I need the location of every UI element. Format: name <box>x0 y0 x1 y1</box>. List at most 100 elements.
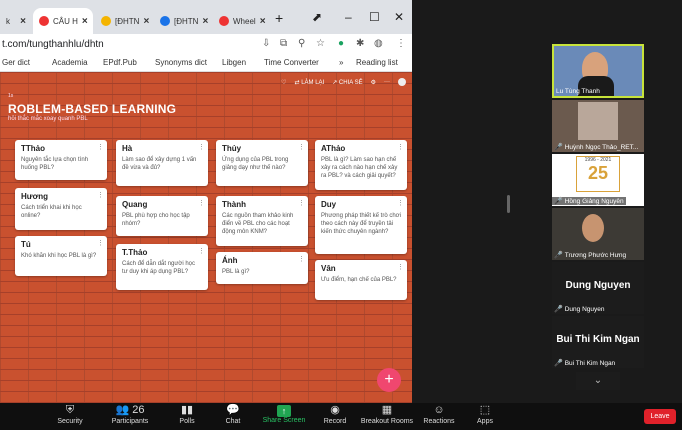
card-menu-icon[interactable]: ⋮ <box>97 143 104 151</box>
card-author: Vân <box>321 264 336 273</box>
video-tile[interactable]: 1996 - 2021 25 🎤 Hồng Giảng Nguyên <box>552 154 644 206</box>
bookmark[interactable]: Libgen <box>222 58 246 67</box>
bookmark[interactable]: Academia <box>52 58 88 67</box>
reactions-icon: ☺ <box>433 404 445 416</box>
browser-tab[interactable]: [ĐHTN × <box>95 8 153 34</box>
post-card[interactable]: ⋮ Thủy Ứng dụng của PBL trong giảng dạy nh… <box>216 140 308 186</box>
menu-icon[interactable]: ⋮ <box>396 38 406 49</box>
bookmark[interactable]: Time Converter <box>264 58 319 67</box>
mic-muted-icon: 🎤 <box>554 144 563 151</box>
video-tile[interactable]: 🎤 Trương Phước Hưng <box>552 208 644 260</box>
more-icon[interactable]: ··· <box>384 79 390 85</box>
card-menu-icon[interactable]: ⋮ <box>397 263 404 271</box>
record-button[interactable]: ◉ Record <box>320 403 350 430</box>
install-icon[interactable]: ⇩ <box>262 38 270 49</box>
leave-button[interactable]: Leave <box>644 409 676 424</box>
card-menu-icon[interactable]: ⋮ <box>97 239 104 247</box>
polls-button[interactable]: ▮▮ Polls <box>172 403 202 430</box>
close-icon[interactable]: × <box>260 16 266 27</box>
card-menu-icon[interactable]: ⋮ <box>198 247 205 255</box>
star-icon[interactable]: ☆ <box>316 38 325 49</box>
post-card[interactable]: ⋮ T.Thảo Cách để dẫn dắt người học tư duy … <box>116 244 208 290</box>
card-text: PBL là gì? Làm sao hạn chế xảy ra cách n… <box>321 157 398 179</box>
minimize-icon[interactable]: – <box>345 10 352 24</box>
browser-tab[interactable]: k × <box>0 8 32 34</box>
more-bookmarks[interactable]: » <box>339 58 343 67</box>
bookmark[interactable]: Synonyms dict <box>155 58 207 67</box>
share-button[interactable]: ↗ CHIA SẺ <box>332 79 362 86</box>
post-card[interactable]: ⋮ Ánh PBL là gì? <box>216 252 308 284</box>
video-tile[interactable]: 🎤 Huỳnh Ngọc Thảo_RET... <box>552 100 644 152</box>
remake-button[interactable]: ⇄ LÀM LẠI <box>295 79 325 86</box>
maximize-icon[interactable]: ☐ <box>369 10 380 24</box>
post-card[interactable]: ⋮ Tú Khó khăn khi học PBL là gì? <box>15 236 107 276</box>
post-card[interactable]: ⋮ Thành Các nguồn tham khảo kinh điển về P… <box>216 196 308 246</box>
card-menu-icon[interactable]: ⋮ <box>298 255 305 263</box>
card-author: Hà <box>122 144 133 153</box>
card-menu-icon[interactable]: ⋮ <box>97 191 104 199</box>
share-screen-button[interactable]: ↑ Share Screen <box>262 403 306 430</box>
video-tile[interactable]: Dung Nguyen 🎤 Dung Nguyen <box>552 262 644 314</box>
translate-icon[interactable]: ⧉ <box>280 38 287 49</box>
apps-icon: ⬚ <box>479 404 491 416</box>
post-card[interactable]: ⋮ AThảo PBL là gì? Làm sao hạn chế xảy ra … <box>315 140 407 190</box>
new-tab-button[interactable]: + <box>275 10 283 26</box>
security-button[interactable]: ⛨ Security <box>52 403 88 430</box>
chat-button[interactable]: 💬 Chat <box>218 403 248 430</box>
anniversary-logo: 1996 - 2021 25 <box>576 156 620 192</box>
bookmark[interactable]: EPdf.Pub <box>103 58 137 67</box>
close-icon[interactable]: × <box>82 16 88 27</box>
breakout-rooms-button[interactable]: ▦ Breakout Rooms <box>360 403 414 430</box>
address-bar[interactable]: t.com/tungthanhlu/dhtn ⇩ ⧉ ⚲ ☆ ● ✱ ◍ ⋮ <box>0 34 412 55</box>
profile-icon[interactable]: ◍ <box>374 38 383 49</box>
browser-tab[interactable]: [ĐHTN × <box>154 8 212 34</box>
card-menu-icon[interactable]: ⋮ <box>298 143 305 151</box>
close-icon[interactable]: × <box>143 16 149 27</box>
post-card[interactable]: ⋮ Quang PBL phù hợp cho học tập nhóm? <box>116 196 208 236</box>
mic-muted-icon: 🎤 <box>554 198 563 205</box>
card-menu-icon[interactable]: ⋮ <box>198 199 205 207</box>
video-tile-active[interactable]: Lu Tùng Thanh <box>552 44 644 98</box>
close-window-icon[interactable]: ✕ <box>394 10 404 24</box>
chat-label: Chat <box>225 418 241 425</box>
card-menu-icon[interactable]: ⋮ <box>198 143 205 151</box>
post-card[interactable]: ⋮ TThảo Nguyên tắc lựa chọn tình huống PBL… <box>15 140 107 180</box>
card-text: Phương pháp thiết kế trò chơi theo cách … <box>321 213 401 235</box>
puzzle-icon[interactable]: ✱ <box>356 38 364 49</box>
settings-icon[interactable]: ⚙ <box>371 79 376 86</box>
card-text: Các nguồn tham khảo kinh điển về PBL cho… <box>222 213 294 235</box>
video-tile[interactable]: Bui Thi Kim Ngan 🎤 Bui Thi Kim Ngan <box>552 316 644 368</box>
breakout-rooms-label: Breakout Rooms <box>360 418 414 425</box>
participants-icon: 👥 26 <box>115 404 145 416</box>
avatar[interactable] <box>398 78 406 86</box>
url-text[interactable]: t.com/tungthanhlu/dhtn <box>2 39 104 50</box>
participant-name: Huỳnh Ngọc Thảo_RET... <box>564 144 639 151</box>
participants-button[interactable]: 👥 26 Participants <box>104 403 156 430</box>
reactions-label: Reactions <box>423 418 455 425</box>
card-text: Cách triển khai khi học online? <box>21 205 82 219</box>
reactions-button[interactable]: ☺ Reactions <box>422 403 456 430</box>
card-text: Ứng dụng của PBL trong giảng dạy như thế… <box>222 157 289 171</box>
apps-button[interactable]: ⬚ Apps <box>472 403 498 430</box>
participant-display-name: Bui Thi Kim Ngan <box>556 334 640 345</box>
card-menu-icon[interactable]: ⋮ <box>397 143 404 151</box>
close-icon[interactable]: × <box>202 16 208 27</box>
browser-tab[interactable]: Wheel × <box>213 8 269 34</box>
add-post-button[interactable]: + <box>377 368 401 392</box>
post-card[interactable]: ⋮ Vân Ưu điểm, hạn chế của PBL? <box>315 260 407 300</box>
zoom-icon[interactable]: ⚲ <box>298 38 305 49</box>
participant-name: Bui Thi Kim Ngan <box>564 360 616 367</box>
close-icon[interactable]: × <box>20 16 26 27</box>
extension-icon[interactable]: ● <box>338 38 344 49</box>
reading-list[interactable]: Reading list <box>356 58 398 67</box>
bookmark[interactable]: Ger dict <box>2 58 30 67</box>
post-card[interactable]: ⋮ Hà Làm sao để xây dựng 1 vấn đề vừa và đ… <box>116 140 208 186</box>
like-icon[interactable]: ♡ <box>281 79 286 86</box>
post-card[interactable]: ⋮ Hương Cách triển khai khi học online? <box>15 188 107 230</box>
split-handle[interactable] <box>507 195 510 213</box>
card-menu-icon[interactable]: ⋮ <box>397 199 404 207</box>
post-card[interactable]: ⋮ Duy Phương pháp thiết kế trò chơi theo c… <box>315 196 407 254</box>
chevron-down-icon[interactable]: ⌄ <box>576 372 620 390</box>
card-menu-icon[interactable]: ⋮ <box>298 199 305 207</box>
browser-tab-active[interactable]: CÂU H × <box>33 8 93 34</box>
